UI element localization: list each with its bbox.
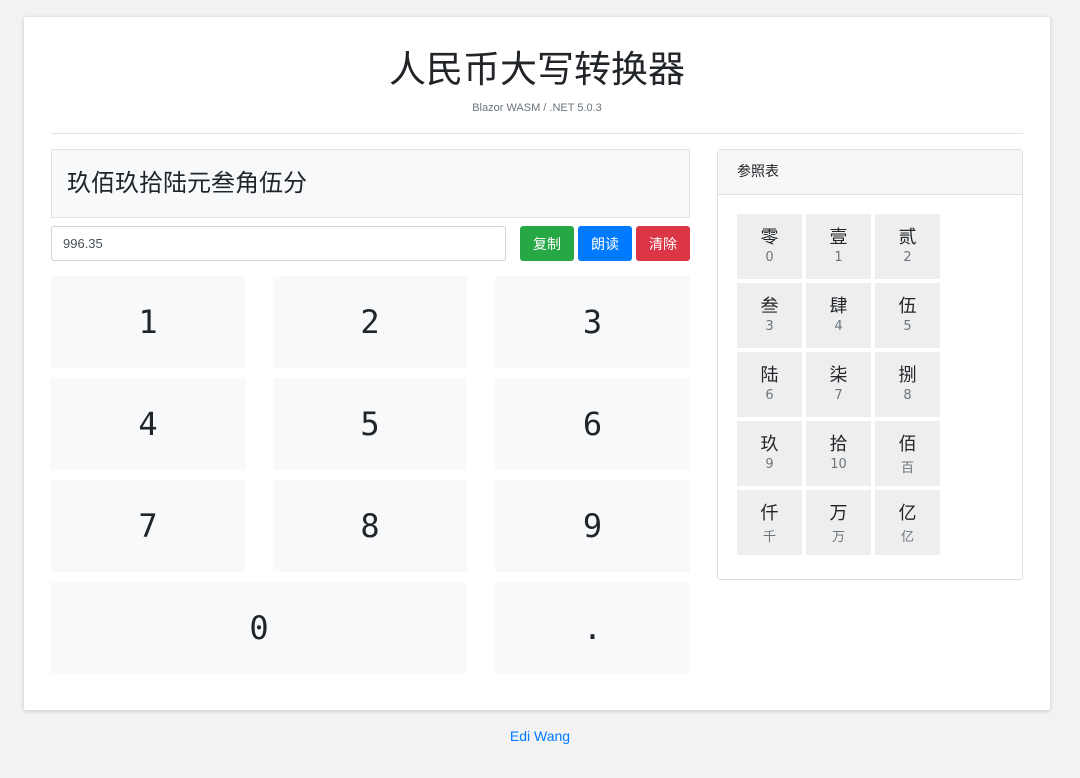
reference-char: 壹 xyxy=(829,227,848,248)
key-2[interactable]: 2 xyxy=(273,276,467,368)
reference-value: 千 xyxy=(762,530,776,545)
reference-value: 6 xyxy=(765,388,774,403)
key-8[interactable]: 8 xyxy=(273,480,467,572)
key-3[interactable]: 3 xyxy=(495,276,690,368)
reference-value: 百 xyxy=(900,461,914,476)
key-5[interactable]: 5 xyxy=(273,378,467,470)
reference-cell: 叁 3 xyxy=(737,283,802,348)
page-title: 人民币大写转换器 xyxy=(389,48,685,91)
reference-char: 捌 xyxy=(898,365,917,386)
reference-cell: 拾 10 xyxy=(806,421,871,486)
reference-cell: 零 0 xyxy=(737,214,802,279)
reference-value: 10 xyxy=(830,457,847,472)
reference-cell: 陆 6 xyxy=(737,352,802,417)
reference-cell: 伍 5 xyxy=(875,283,940,348)
main-card: 人民币大写转换器 Blazor WASM / .NET 5.0.3 玖佰玖拾陆元… xyxy=(24,17,1050,710)
reference-cell: 捌 8 xyxy=(875,352,940,417)
copy-button[interactable]: 复制 xyxy=(520,226,574,261)
key-9[interactable]: 9 xyxy=(495,480,690,572)
key-4[interactable]: 4 xyxy=(51,378,245,470)
header-divider xyxy=(51,133,1023,134)
reference-value: 3 xyxy=(765,319,774,334)
reference-char: 仟 xyxy=(760,503,779,524)
reference-cell: 贰 2 xyxy=(875,214,940,279)
amount-input[interactable] xyxy=(51,226,506,261)
reference-cell: 肆 4 xyxy=(806,283,871,348)
key-0[interactable]: 0 xyxy=(51,582,467,674)
reference-cell: 佰 百 xyxy=(875,421,940,486)
reference-value: 万 xyxy=(831,530,845,545)
reference-cell: 万 万 xyxy=(806,490,871,555)
reference-panel: 参照表 零 0 壹 1 贰 2 叁 3 肆 4 伍 5 陆 6 柒 7 捌 8 … xyxy=(717,149,1023,580)
key-7[interactable]: 7 xyxy=(51,480,245,572)
read-button[interactable]: 朗读 xyxy=(578,226,632,261)
reference-cell: 亿 亿 xyxy=(875,490,940,555)
reference-cell: 壹 1 xyxy=(806,214,871,279)
key-dot[interactable]: . xyxy=(495,582,690,674)
reference-char: 伍 xyxy=(898,296,917,317)
reference-cell: 玖 9 xyxy=(737,421,802,486)
result-display: 玖佰玖拾陆元叁角伍分 xyxy=(51,149,690,218)
key-1[interactable]: 1 xyxy=(51,276,245,368)
reference-char: 陆 xyxy=(760,365,779,386)
reference-char: 玖 xyxy=(760,434,779,455)
reference-value: 9 xyxy=(765,457,774,472)
reference-char: 万 xyxy=(829,503,848,524)
reference-cell: 柒 7 xyxy=(806,352,871,417)
clear-button[interactable]: 清除 xyxy=(636,226,690,261)
footer-author-link[interactable]: Edi Wang xyxy=(0,728,1080,744)
reference-value: 4 xyxy=(834,319,843,334)
reference-char: 贰 xyxy=(898,227,917,248)
reference-char: 拾 xyxy=(829,434,848,455)
key-6[interactable]: 6 xyxy=(495,378,690,470)
page-subtitle: Blazor WASM / .NET 5.0.3 xyxy=(472,102,602,114)
reference-value: 0 xyxy=(765,250,774,265)
reference-value: 5 xyxy=(903,319,912,334)
reference-value: 1 xyxy=(834,250,843,265)
reference-char: 亿 xyxy=(898,503,917,524)
reference-value: 亿 xyxy=(900,530,914,545)
reference-title: 参照表 xyxy=(718,150,1022,195)
reference-value: 7 xyxy=(834,388,843,403)
reference-cell: 仟 千 xyxy=(737,490,802,555)
reference-char: 佰 xyxy=(898,434,917,455)
reference-char: 肆 xyxy=(829,296,848,317)
reference-char: 叁 xyxy=(760,296,779,317)
reference-char: 柒 xyxy=(829,365,848,386)
reference-value: 2 xyxy=(903,250,912,265)
reference-char: 零 xyxy=(760,227,779,248)
reference-value: 8 xyxy=(903,388,912,403)
